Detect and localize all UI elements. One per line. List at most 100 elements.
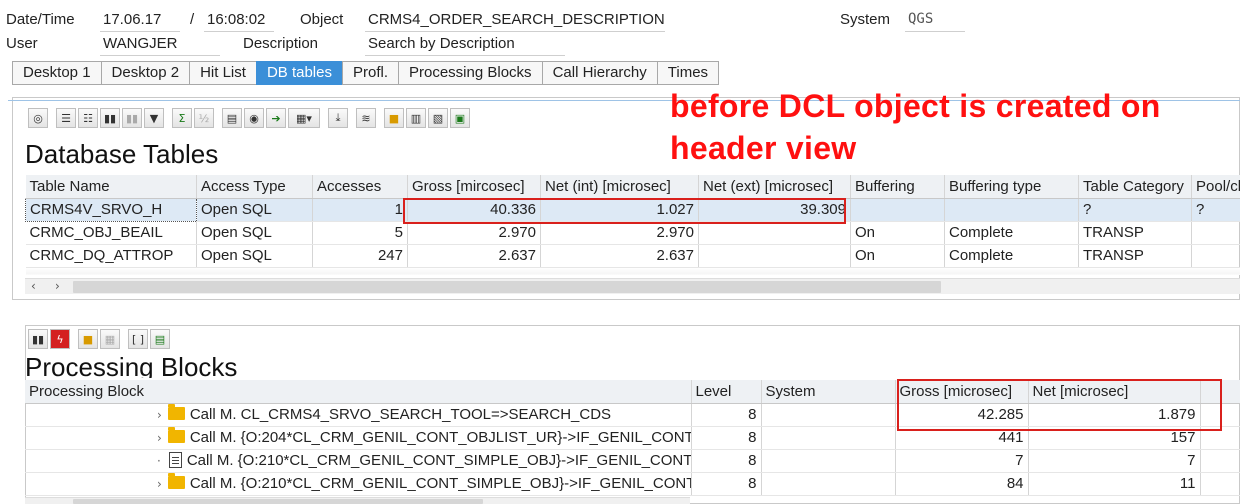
- column-header-accesses[interactable]: Accesses: [312, 175, 408, 199]
- print-preview-icon[interactable]: ◉: [244, 108, 264, 128]
- expand-icon[interactable]: ▣: [450, 108, 470, 128]
- level-cell[interactable]: 8: [691, 403, 762, 427]
- list-item[interactable]: › Call M. {O:210*CL_CRM_GENIL_CONT_SIMPLE…: [25, 472, 1240, 496]
- table-name-cell[interactable]: CRMC_DQ_ATTROP: [25, 244, 197, 268]
- gross-cell[interactable]: 2.970: [407, 221, 541, 245]
- table-icon[interactable]: ▦: [100, 329, 120, 349]
- details-icon[interactable]: ◎: [28, 108, 48, 128]
- scrollbar-thumb[interactable]: [73, 499, 483, 504]
- table-row[interactable]: CRMC_OBJ_BEAIL Open SQL 5 2.970 2.970 On…: [25, 221, 1240, 245]
- list-icon[interactable]: ▤: [150, 329, 170, 349]
- export-icon[interactable]: ➔: [266, 108, 286, 128]
- print-icon[interactable]: ▤: [222, 108, 242, 128]
- processing-block-cell[interactable]: › Call M. {O:210*CL_CRM_GENIL_CONT_SIMPLE…: [25, 472, 692, 496]
- gross-cell[interactable]: 7: [895, 449, 1029, 473]
- buffering-cell[interactable]: On: [850, 221, 945, 245]
- level-cell[interactable]: 8: [691, 472, 762, 496]
- tab-processing-blocks[interactable]: Processing Blocks: [398, 61, 542, 85]
- buffering-type-cell[interactable]: Complete: [944, 221, 1079, 245]
- table-category-cell[interactable]: TRANSP: [1078, 221, 1192, 245]
- column-header-system[interactable]: System: [761, 380, 896, 404]
- net-int-cell[interactable]: 2.637: [540, 244, 699, 268]
- subtotal-icon[interactable]: ½: [194, 108, 214, 128]
- processing-block-cell[interactable]: · Call M. {O:210*CL_CRM_GENIL_CONT_SIMPLE…: [25, 449, 692, 473]
- buffering-type-cell[interactable]: [944, 198, 1079, 222]
- buffering-type-cell[interactable]: Complete: [944, 244, 1079, 268]
- scrollbar-thumb[interactable]: [73, 281, 941, 293]
- buffering-cell[interactable]: [850, 198, 945, 222]
- sort-desc-icon[interactable]: ☷: [78, 108, 98, 128]
- column-header-gross[interactable]: Gross [mircosec]: [407, 175, 541, 199]
- access-type-cell[interactable]: Open SQL: [196, 244, 313, 268]
- find-icon[interactable]: ▮▮: [28, 329, 48, 349]
- column-header-pool-cluster[interactable]: Pool/clu: [1191, 175, 1240, 199]
- table-name-cell[interactable]: CRMC_OBJ_BEAIL: [25, 221, 197, 245]
- level-cell[interactable]: 8: [691, 426, 762, 450]
- flash-icon[interactable]: ϟ: [50, 329, 70, 349]
- tab-desktop-2[interactable]: Desktop 2: [100, 61, 190, 85]
- net-ext-cell[interactable]: [698, 244, 851, 268]
- column-header-processing-block[interactable]: Processing Block: [25, 380, 692, 404]
- column-header-level[interactable]: Level: [691, 380, 762, 404]
- net-cell[interactable]: 11: [1028, 472, 1201, 496]
- pool-cluster-cell[interactable]: [1191, 221, 1240, 245]
- chevron-right-icon[interactable]: ›: [157, 408, 162, 422]
- column-header-table-name[interactable]: Table Name: [25, 175, 197, 199]
- save-layout-icon[interactable]: ▥: [406, 108, 426, 128]
- processing-blocks-hscrollbar[interactable]: [25, 497, 690, 504]
- column-header-net-ext[interactable]: Net (ext) [microsec]: [698, 175, 851, 199]
- table-name-cell[interactable]: CRMS4V_SRVO_H: [25, 197, 197, 222]
- processing-block-cell[interactable]: › Call M. CL_CRMS4_SRVO_SEARCH_TOOL=>SEAR…: [25, 403, 692, 427]
- tab-call-hierarchy[interactable]: Call Hierarchy: [541, 61, 657, 85]
- pool-cluster-cell[interactable]: ?: [1191, 198, 1240, 222]
- level-cell[interactable]: 8: [691, 449, 762, 473]
- layout-icon[interactable]: ▦▾: [288, 108, 320, 128]
- table-category-cell[interactable]: ?: [1078, 198, 1192, 222]
- accesses-cell[interactable]: 1: [312, 198, 408, 222]
- scroll-right-icon[interactable]: ›: [55, 279, 60, 293]
- tab-profl[interactable]: Profl.: [341, 61, 398, 85]
- db-tables-hscrollbar[interactable]: ‹ ›: [25, 278, 1240, 294]
- access-type-cell[interactable]: Open SQL: [196, 221, 313, 245]
- net-int-cell[interactable]: 2.970: [540, 221, 699, 245]
- tab-hit-list[interactable]: Hit List: [189, 61, 256, 85]
- column-header-table-category[interactable]: Table Category: [1078, 175, 1192, 199]
- tab-times[interactable]: Times: [656, 61, 720, 85]
- info-icon[interactable]: ▧: [428, 108, 448, 128]
- chevron-right-icon[interactable]: ›: [157, 431, 162, 445]
- sum-icon[interactable]: Σ: [172, 108, 192, 128]
- gross-cell[interactable]: 84: [895, 472, 1029, 496]
- column-header-net-int[interactable]: Net (int) [microsec]: [540, 175, 699, 199]
- net-cell[interactable]: 7: [1028, 449, 1201, 473]
- system-cell[interactable]: [761, 449, 896, 473]
- net-ext-cell[interactable]: [698, 221, 851, 245]
- access-type-cell[interactable]: Open SQL: [196, 198, 313, 222]
- system-cell[interactable]: [761, 472, 896, 496]
- buffering-cell[interactable]: On: [850, 244, 945, 268]
- processing-block-cell[interactable]: › Call M. {O:204*CL_CRM_GENIL_CONT_OBJLIS…: [25, 426, 692, 450]
- gross-cell[interactable]: 2.637: [407, 244, 541, 268]
- column-header-buffering-type[interactable]: Buffering type: [944, 175, 1079, 199]
- scroll-left-icon[interactable]: ‹: [31, 279, 36, 293]
- table-category-cell[interactable]: TRANSP: [1078, 244, 1192, 268]
- column-header-access-type[interactable]: Access Type: [196, 175, 313, 199]
- system-cell[interactable]: [761, 403, 896, 427]
- download-icon[interactable]: ⤓: [328, 108, 348, 128]
- database-icon[interactable]: ≋: [356, 108, 376, 128]
- system-cell[interactable]: [761, 426, 896, 450]
- accesses-cell[interactable]: 247: [312, 244, 408, 268]
- pool-cluster-cell[interactable]: [1191, 244, 1240, 268]
- chevron-right-icon[interactable]: ›: [157, 477, 162, 491]
- sort-asc-icon[interactable]: ☰: [56, 108, 76, 128]
- column-header-buffering[interactable]: Buffering: [850, 175, 945, 199]
- choose-layout-icon[interactable]: ■: [384, 108, 404, 128]
- filter-icon[interactable]: ▼: [144, 108, 164, 128]
- find-next-icon[interactable]: ▮▮: [122, 108, 142, 128]
- tab-desktop-1[interactable]: Desktop 1: [12, 61, 101, 85]
- table-row[interactable]: CRMC_DQ_ATTROP Open SQL 247 2.637 2.637 …: [25, 244, 1240, 268]
- tab-db-tables[interactable]: DB tables: [255, 61, 342, 85]
- list-item[interactable]: · Call M. {O:210*CL_CRM_GENIL_CONT_SIMPLE…: [25, 449, 1240, 473]
- bracket-icon[interactable]: [ ]: [128, 329, 148, 349]
- hierarchy-icon[interactable]: ■: [78, 329, 98, 349]
- find-icon[interactable]: ▮▮: [100, 108, 120, 128]
